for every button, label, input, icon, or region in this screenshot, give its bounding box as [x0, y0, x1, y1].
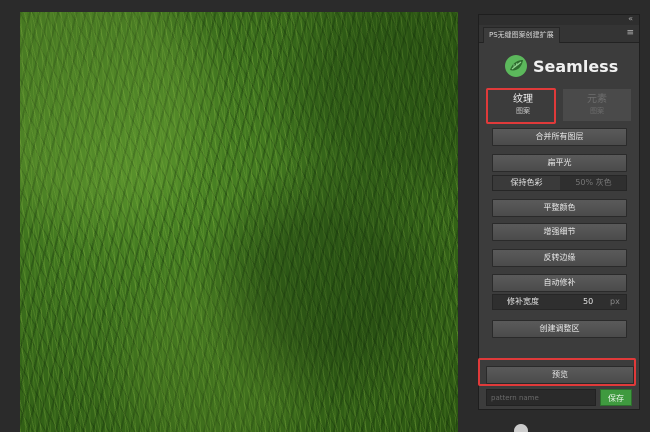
tab-element-label: 元素 [587, 94, 607, 105]
mode-tabs: 纹理 图案 元素 图案 [487, 89, 633, 121]
seamless-panel: « PS无缝图案创建扩展 ≡ Seamless 纹理 图案 元素 图案 合并所有… [478, 14, 640, 410]
patch-width-unit: px [610, 297, 620, 306]
flatten-light-button[interactable]: 扁平光 [492, 154, 627, 172]
auto-patch-button[interactable]: 自动修补 [492, 274, 627, 292]
tab-texture-sublabel: 图案 [516, 107, 530, 115]
patch-width-value[interactable]: 50 [583, 295, 593, 309]
panel-menu-icon[interactable]: ≡ [626, 28, 634, 38]
patch-width-row: 修补宽度 50 px [492, 294, 627, 310]
collapse-icon[interactable]: « [628, 14, 633, 23]
preview-button[interactable]: 预览 [486, 366, 634, 384]
merge-layers-button[interactable]: 合并所有图层 [492, 128, 627, 146]
enhance-detail-button[interactable]: 增强细节 [492, 223, 627, 241]
canvas-grass-texture [20, 12, 458, 432]
save-button[interactable]: 保存 [600, 389, 632, 406]
pattern-name-input[interactable] [486, 389, 596, 406]
patch-width-label: 修补宽度 [507, 297, 539, 306]
even-color-button[interactable]: 平整颜色 [492, 199, 627, 217]
watermark-icon [514, 424, 528, 432]
flip-edges-button[interactable]: 反转边缘 [492, 249, 627, 267]
tab-texture-label: 纹理 [513, 94, 533, 105]
create-adjust-button[interactable]: 创建调整区 [492, 320, 627, 338]
color-mode-toggle: 保持色彩 50% 灰色 [492, 175, 627, 191]
tab-texture[interactable]: 纹理 图案 [489, 89, 557, 121]
tab-element-sublabel: 图案 [590, 107, 604, 115]
grass-shading [20, 12, 458, 432]
logo-text: Seamless [533, 56, 619, 76]
seamless-logo: Seamless [505, 55, 618, 77]
gray-50-option[interactable]: 50% 灰色 [560, 176, 627, 190]
keep-color-option[interactable]: 保持色彩 [493, 176, 560, 190]
panel-topbar: « [479, 14, 639, 25]
leaf-logo-icon [505, 55, 527, 77]
panel-tab-title[interactable]: PS无缝图案创建扩展 [483, 27, 560, 43]
tab-element[interactable]: 元素 图案 [563, 89, 631, 121]
panel-tabbar: PS无缝图案创建扩展 ≡ [479, 25, 639, 43]
